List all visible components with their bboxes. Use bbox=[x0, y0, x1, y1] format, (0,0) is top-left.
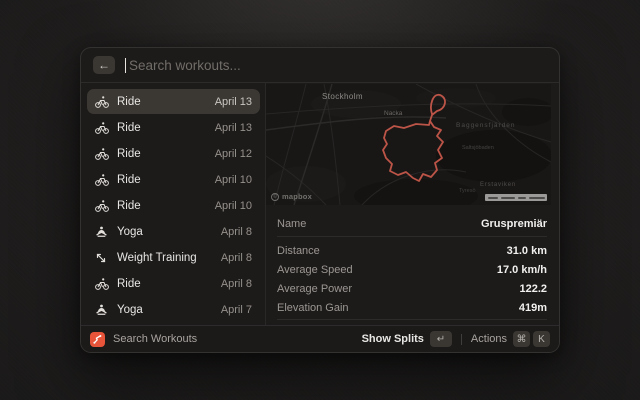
yoga-icon bbox=[95, 303, 109, 317]
list-item-date: April 8 bbox=[221, 252, 252, 264]
yoga-icon bbox=[95, 225, 109, 239]
text-caret bbox=[125, 58, 126, 73]
back-icon: ← bbox=[98, 59, 110, 71]
back-button[interactable]: ← bbox=[93, 56, 115, 74]
search-input[interactable]: Search workouts... bbox=[129, 58, 241, 73]
return-key-icon: ↵ bbox=[437, 334, 445, 345]
detail-row-average-power: Average Power 122.2 bbox=[277, 279, 547, 298]
list-item-label: Yoga bbox=[117, 226, 143, 238]
command-key-icon: ⌘ bbox=[517, 334, 527, 345]
action-bar: Search Workouts Show Splits ↵ Actions ⌘ … bbox=[81, 325, 559, 352]
workout-list: Ride April 13 Ride April 13 Ride April 1… bbox=[81, 83, 266, 327]
list-item-label: Yoga bbox=[117, 304, 143, 316]
mapbox-watermark: © mapbox bbox=[271, 192, 312, 201]
list-item-weight-training[interactable]: Weight Training April 8 bbox=[87, 245, 260, 270]
footer-divider bbox=[461, 334, 462, 345]
show-splits-action[interactable]: Show Splits bbox=[362, 333, 424, 345]
list-item-label: Ride bbox=[117, 122, 141, 134]
workouts-app-icon bbox=[90, 332, 105, 347]
list-item-date: April 10 bbox=[215, 200, 252, 212]
map-canvas bbox=[266, 84, 551, 205]
actions-menu[interactable]: Actions bbox=[471, 333, 507, 345]
list-item-ride[interactable]: Ride April 13 bbox=[87, 89, 260, 114]
list-item-yoga[interactable]: Yoga April 7 bbox=[87, 297, 260, 322]
list-item-label: Ride bbox=[117, 96, 141, 108]
detail-row-distance: Distance 31.0 km bbox=[277, 241, 547, 260]
search-workouts-window: ← Search workouts... Ride April 13 bbox=[80, 47, 560, 353]
bike-icon bbox=[95, 173, 109, 187]
bike-icon bbox=[95, 199, 109, 213]
weights-icon bbox=[95, 251, 109, 265]
k-key-badge[interactable]: K bbox=[533, 331, 550, 347]
detail-row-average-speed: Average Speed 17.0 km/h bbox=[277, 260, 547, 279]
map-attribution[interactable] bbox=[485, 194, 547, 201]
workout-metadata: Name Gruspremiär Distance 31.0 km Averag… bbox=[266, 205, 559, 341]
list-item-ride[interactable]: Ride April 8 bbox=[87, 271, 260, 296]
list-item-ride[interactable]: Ride April 13 bbox=[87, 115, 260, 140]
route-map[interactable]: Stockholm Nacka Baggensfjärden Saltsjöba… bbox=[266, 84, 551, 205]
mapbox-logo-icon: © bbox=[271, 193, 279, 201]
detail-row-name: Name Gruspremiär bbox=[277, 211, 547, 237]
list-item-label: Weight Training bbox=[117, 252, 197, 264]
list-item-label: Ride bbox=[117, 278, 141, 290]
list-item-ride[interactable]: Ride April 12 bbox=[87, 141, 260, 166]
list-item-date: April 8 bbox=[221, 278, 252, 290]
list-item-yoga[interactable]: Yoga April 8 bbox=[87, 219, 260, 244]
list-item-date: April 12 bbox=[215, 148, 252, 160]
bike-icon bbox=[95, 95, 109, 109]
bike-icon bbox=[95, 121, 109, 135]
command-key-badge[interactable]: ⌘ bbox=[513, 331, 530, 347]
return-key-badge[interactable]: ↵ bbox=[430, 331, 452, 347]
list-item-label: Ride bbox=[117, 174, 141, 186]
search-bar: ← Search workouts... bbox=[81, 48, 559, 83]
list-item-label: Ride bbox=[117, 200, 141, 212]
footer-app-label: Search Workouts bbox=[113, 333, 197, 345]
bike-icon bbox=[95, 147, 109, 161]
list-item-ride[interactable]: Ride April 10 bbox=[87, 193, 260, 218]
list-item-date: April 13 bbox=[215, 122, 252, 134]
list-item-date: April 13 bbox=[215, 96, 252, 108]
list-item-date: April 7 bbox=[221, 304, 252, 316]
list-item-ride[interactable]: Ride April 10 bbox=[87, 167, 260, 192]
detail-row-elevation-gain: Elevation Gain 419m bbox=[277, 298, 547, 317]
bike-icon bbox=[95, 277, 109, 291]
desktop-background: ← Search workouts... Ride April 13 bbox=[0, 0, 640, 400]
workout-detail-panel: Stockholm Nacka Baggensfjärden Saltsjöba… bbox=[266, 83, 559, 327]
list-item-label: Ride bbox=[117, 148, 141, 160]
list-item-date: April 10 bbox=[215, 174, 252, 186]
list-item-date: April 8 bbox=[221, 226, 252, 238]
